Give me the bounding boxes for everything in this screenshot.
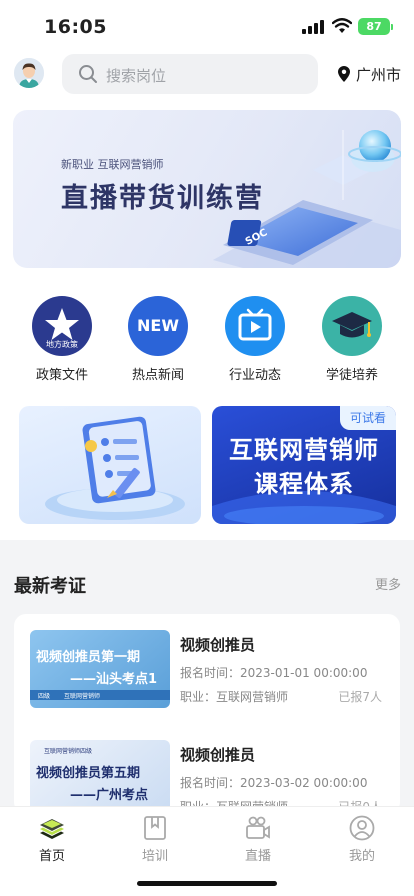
user-profile-icon <box>349 815 375 841</box>
quick-item-industry[interactable]: 行业动态 <box>210 294 300 384</box>
quick-entry-grid: 地方政策 政策文件 NEW 热点新闻 行业动态 学徒培养 <box>0 294 414 384</box>
exam-date: 报名时间：2023-01-01 00:00:00 <box>180 666 368 680</box>
avatar-person-icon <box>14 58 44 88</box>
thumb-title: 视频创推员第一期 <box>36 650 141 665</box>
tab-label: 我的 <box>348 849 375 864</box>
quick-label-industry: 行业动态 <box>228 368 281 383</box>
exam-name: 视频创推员 <box>180 746 256 764</box>
promo-title-line1: 互联网营销师 <box>229 436 379 464</box>
quick-item-news[interactable]: NEW 热点新闻 <box>113 294 203 384</box>
city-label: 广州市 <box>356 66 402 84</box>
thumb-small-label: 互联网营销师四级 <box>44 748 93 755</box>
banner-title: 直播带货训练营 <box>61 183 264 214</box>
promo-card-course-system[interactable]: 可试看 互联网营销师 课程体系 <box>212 406 396 524</box>
promo-title-line2: 课程体系 <box>254 470 354 498</box>
exam-name: 视频创推员 <box>180 636 256 654</box>
battery-indicator: 87 <box>358 18 393 35</box>
user-avatar[interactable] <box>14 58 44 88</box>
quick-label-apprentice: 学徒培养 <box>325 368 378 383</box>
tab-label: 直播 <box>244 849 271 864</box>
header: 搜索岗位 广州市 <box>0 50 414 100</box>
search-input[interactable]: 搜索岗位 <box>62 54 318 94</box>
thumb-strip: 四级 互联网营销师 <box>30 690 170 700</box>
quick-label-news: 热点新闻 <box>131 368 184 383</box>
new-badge-icon: NEW <box>128 296 188 356</box>
home-indicator <box>137 881 277 886</box>
new-badge-text: NEW <box>137 316 179 335</box>
promo-banner[interactable]: 新职业 互联网营销师 直播带货训练营 SOC <box>13 110 401 268</box>
quick-item-policy[interactable]: 地方政策 政策文件 <box>17 294 107 384</box>
thumb-tag: 四级 <box>38 693 51 700</box>
trial-badge: 可试看 <box>340 406 396 430</box>
more-link[interactable]: 更多 <box>375 574 401 593</box>
policy-star-icon: 地方政策 <box>32 296 92 356</box>
video-camera-icon <box>246 816 270 839</box>
graduation-cap-icon <box>322 296 382 356</box>
section-title: 最新考证 <box>14 576 86 597</box>
exam-thumbnail: 互联网营销师四级 视频创推员第五期 ——广州考点 <box>30 740 170 814</box>
exam-count: 已报7人 <box>338 690 382 704</box>
tv-play-icon <box>225 296 285 356</box>
bookmark-book-icon <box>144 816 166 840</box>
promo-card-checklist[interactable] <box>19 406 201 524</box>
checklist-illustration <box>45 416 185 520</box>
thumb-subtitle: ——广州考点 <box>70 788 149 803</box>
quick-label-policy: 政策文件 <box>35 368 88 383</box>
tab-label: 培训 <box>141 849 168 864</box>
cellular-signal-icon <box>302 20 324 34</box>
exam-thumbnail: 视频创推员第一期 ——汕头考点1 四级 互联网营销师 <box>30 630 170 708</box>
tab-profile[interactable]: 我的 <box>332 813 392 864</box>
search-icon <box>79 65 97 83</box>
exam-job: 职业：互联网营销师 <box>180 690 289 704</box>
thumb-tag: 互联网营销师 <box>64 693 101 700</box>
thumb-title: 视频创推员第五期 <box>36 766 141 781</box>
wifi-icon <box>332 18 352 33</box>
location-pin-icon <box>338 66 350 82</box>
exam-card[interactable]: 视频创推员第一期 ——汕头考点1 四级 互联网营销师 视频创推员 报名时间：20… <box>14 614 400 714</box>
status-time: 16:05 <box>44 16 107 38</box>
thumb-subtitle: ——汕头考点1 <box>70 672 158 687</box>
exam-date: 报名时间：2023-03-02 00:00:00 <box>180 776 368 790</box>
exam-card[interactable]: 互联网营销师四级 视频创推员第五期 ——广州考点 视频创推员 报名时间：2023… <box>14 724 400 814</box>
status-bar: 16:05 87 <box>0 0 414 50</box>
policy-icon-caption: 地方政策 <box>46 340 78 349</box>
banner-subtitle: 新职业 互联网营销师 <box>61 158 164 171</box>
tab-live[interactable]: 直播 <box>228 813 288 864</box>
tab-home[interactable]: 首页 <box>22 813 82 864</box>
search-placeholder: 搜索岗位 <box>106 67 167 85</box>
quick-item-apprentice[interactable]: 学徒培养 <box>307 294 397 384</box>
tab-label: 首页 <box>38 849 65 864</box>
exam-list: 视频创推员第一期 ——汕头考点1 四级 互联网营销师 视频创推员 报名时间：20… <box>14 614 400 814</box>
layers-home-icon <box>40 819 64 839</box>
tab-training[interactable]: 培训 <box>125 813 185 864</box>
